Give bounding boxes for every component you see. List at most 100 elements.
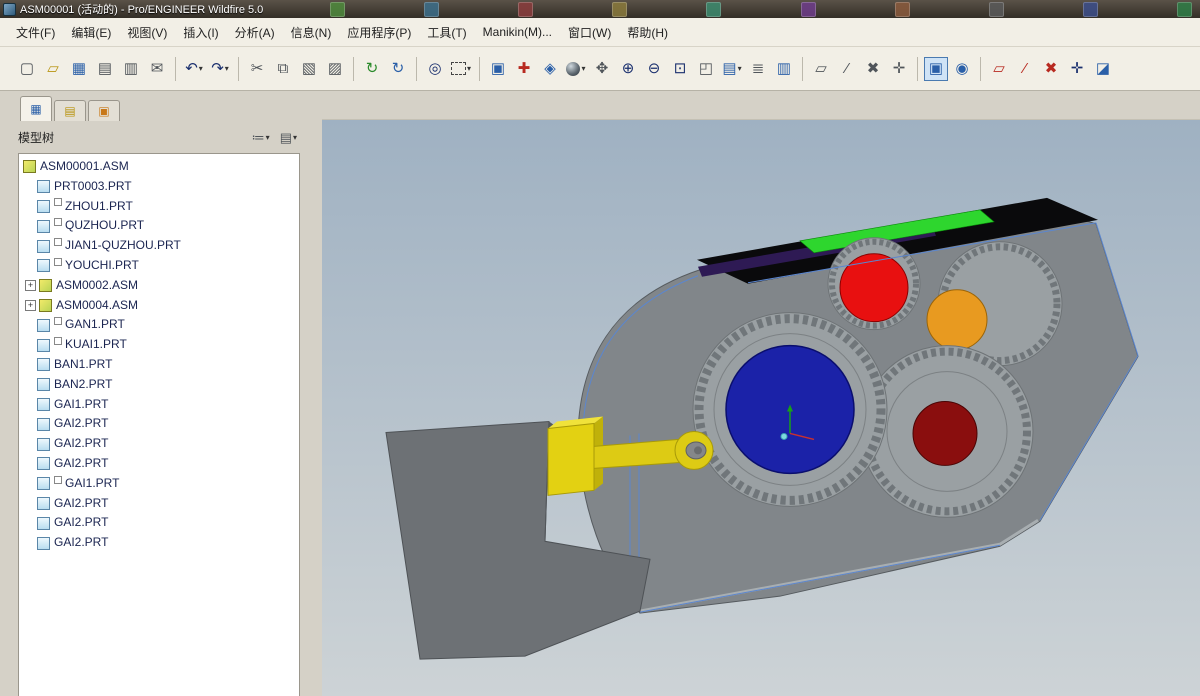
point-display-toggle[interactable]: ✖ [861,57,885,81]
show-button[interactable]: ≔ ▾ [249,127,273,147]
model-tree-title: 模型树 [18,130,55,145]
selection-filter-button[interactable]: ▾ [449,57,473,81]
menu-item[interactable]: 应用程序(P) [339,21,419,44]
menu-item[interactable]: Manikin(M)... [475,22,560,42]
tree-expander[interactable]: + [25,299,36,311]
asm-icon [39,279,52,293]
feature-status-icon [54,257,62,266]
tree-item[interactable]: ASM00001.ASM [19,157,299,177]
selection-filter-icon [450,62,466,75]
datum-point-button[interactable]: ✖ [1039,57,1063,81]
tree-expander[interactable]: + [25,280,36,292]
tree-item[interactable]: PRT0003.PRT [19,177,299,197]
viewport-canvas[interactable] [322,120,1200,696]
refit-button[interactable]: ⊡ [668,57,692,81]
cut-button[interactable]: ✂ [245,57,269,81]
orange-knob[interactable] [926,289,988,351]
dark-red-hub[interactable] [912,401,978,466]
tree-item[interactable]: BAN2.PRT [19,375,299,395]
regenerate-button[interactable]: ↻ [360,57,384,81]
datum-csys-button[interactable]: ✛ [1065,57,1089,81]
view-manager-button[interactable]: ▥ [772,57,796,81]
menu-item[interactable]: 工具(T) [419,21,474,44]
datum-plane-button[interactable]: ▱ [987,57,1011,81]
menu-item[interactable]: 插入(I) [175,21,226,44]
menu-item[interactable]: 编辑(E) [63,21,119,44]
paste-special-button[interactable]: ▨ [323,57,347,81]
model-tree-tab[interactable]: ▦ [20,96,52,121]
zoom-out-button[interactable]: ⊖ [642,57,666,81]
tree-item[interactable]: JIAN1-QUZHOU.PRT [19,236,299,256]
sketch-icon: ◪ [1095,60,1111,77]
regenerate-manager-button[interactable]: ↻ [386,57,410,81]
dropdown-arrow-icon: ▾ [737,64,742,73]
settings-button[interactable]: ▤ ▾ [277,127,300,147]
open-button[interactable]: ▱ [41,57,65,81]
red-knob[interactable] [839,253,909,323]
find-button[interactable]: ◎ [423,57,447,81]
tree-item[interactable]: BAN1.PRT [19,355,299,375]
tree-item[interactable]: QUZHOU.PRT [19,216,299,236]
tree-item[interactable]: ZHOU1.PRT [19,197,299,217]
saved-views-button[interactable]: ▤ ▾ [720,57,744,81]
send-mail-button[interactable]: ✉ [145,57,169,81]
print-button[interactable]: ▤ [93,57,117,81]
redo-button[interactable]: ↷ ▾ [208,57,232,81]
paste-button[interactable]: ▧ [297,57,321,81]
open-icon: ▱ [47,60,59,77]
tree-item[interactable]: GAN1.PRT [19,315,299,335]
desktop-icon [424,1,440,17]
toolbar-separator [980,56,981,81]
plane-display-icon: ▱ [815,60,827,77]
tree-item[interactable]: GAI2.PRT [19,533,299,553]
tree-item[interactable]: GAI1.PRT [19,395,299,415]
main-area [322,91,1200,696]
tree-item[interactable]: GAI1.PRT [19,474,299,494]
new-button[interactable]: ▢ [15,57,39,81]
axis-display-toggle[interactable]: ⁄ [835,57,859,81]
tree-item[interactable]: GAI2.PRT [19,414,299,434]
zoom-in-button[interactable]: ⊕ [616,57,640,81]
view-orientation-button[interactable]: ◰ [694,57,718,81]
sketch-button[interactable]: ◪ [1091,57,1115,81]
desktop-icons [330,1,1192,17]
prt-icon [37,318,50,332]
desktop-icon [330,1,345,17]
reorient-button[interactable]: ◈ [538,57,562,81]
menu-item[interactable]: 信息(N) [283,21,340,44]
copy-button[interactable]: ⧉ [271,57,295,81]
prt-icon [37,378,50,392]
shaded-view-button[interactable]: ▾ [564,57,588,81]
tree-item[interactable]: GAI2.PRT [19,454,299,474]
datum-axis-button[interactable]: ⁄ [1013,57,1037,81]
folder-browser-tab[interactable]: ▤ [54,100,86,121]
tree-item[interactable]: + ASM0004.ASM [19,296,299,316]
pan-zoom-button[interactable]: ✥ [590,57,614,81]
spin-center-button[interactable]: ✚ [512,57,536,81]
favorites-tab[interactable]: ▣ [88,100,120,121]
tree-item[interactable]: GAI2.PRT [19,494,299,514]
menu-item[interactable]: 分析(A) [227,21,283,44]
tree-item[interactable]: + ASM0002.ASM [19,276,299,296]
menu-item[interactable]: 窗口(W) [560,21,619,44]
yellow-part[interactable] [547,422,595,496]
undo-button[interactable]: ↶ ▾ [182,57,206,81]
tree-item[interactable]: GAI2.PRT [19,513,299,533]
menu-item[interactable]: 文件(F) [8,21,63,44]
shaded-display-toggle[interactable]: ▣ [924,56,948,81]
print-preview-button[interactable]: ▥ [119,57,143,81]
main-toolbar: ▢ ▱ ▦ ▤ ▥ ✉ ↶ ▾ ↷ ▾ ✂ ⧉ ▧ ▨ ↻ ↻ ◎ ▾ ▣ ✚ ◈ ▾ ✥ ⊕ ⊖ ⊡ ◰ ▤ ▾ ≣ ▥ ▱ ⁄ ✖ ✛ ▣ ◉ ▱ ⁄ ✖… [0,47,1200,91]
tree-item[interactable]: YOUCHI.PRT [19,256,299,276]
panel-splitter[interactable] [311,91,316,696]
repaint-button[interactable]: ▣ [486,57,510,81]
tree-item[interactable]: GAI2.PRT [19,434,299,454]
menu-item[interactable]: 帮助(H) [619,21,676,44]
csys-display-toggle[interactable]: ✛ [887,57,911,81]
menu-item[interactable]: 视图(V) [119,21,175,44]
tree-item-label: GAI1.PRT [54,396,109,411]
tree-item[interactable]: KUAI1.PRT [19,335,299,355]
save-button[interactable]: ▦ [67,57,91,81]
plane-display-toggle[interactable]: ▱ [809,57,833,81]
layers-button[interactable]: ≣ [746,57,770,81]
render-setup-button[interactable]: ◉ [950,57,974,81]
